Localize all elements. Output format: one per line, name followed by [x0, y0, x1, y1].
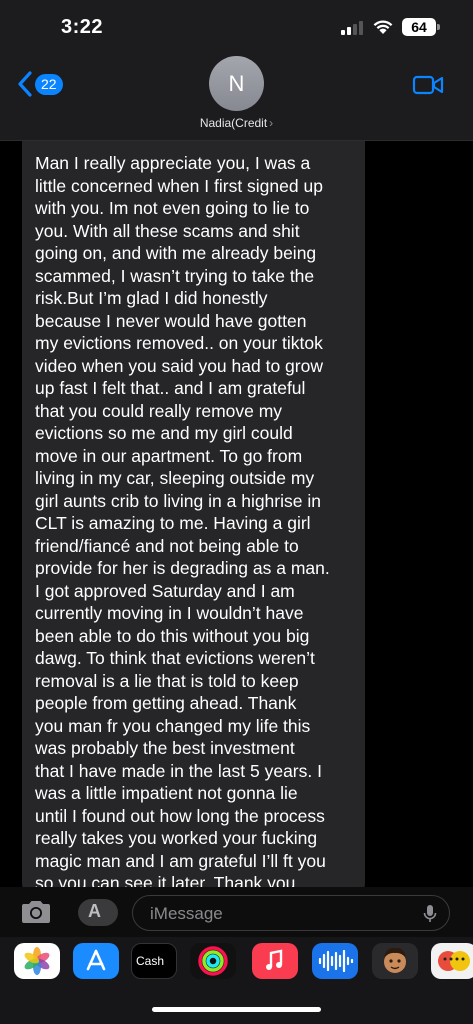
message-line: I got approved Saturday and I am: [35, 580, 295, 601]
message-line: so you can see it later. Thank you: [35, 873, 296, 887]
stickers-app-icon[interactable]: [431, 943, 473, 979]
wifi-icon: [373, 20, 393, 34]
home-indicator[interactable]: [152, 1007, 321, 1012]
message-line: little concerned when I first signed up: [35, 175, 323, 196]
message-line: girl aunts crib to living in a highrise …: [35, 490, 321, 511]
message-line: with you. Im not even going to lie to: [35, 198, 310, 218]
music-app-icon[interactable]: [252, 943, 298, 979]
message-line: living in my car, sleeping outside my: [35, 468, 315, 488]
message-line: CLT is amazing to me. Having a girl: [35, 513, 311, 533]
message-line: was a little impatient not gonna lie: [35, 783, 298, 803]
microphone-icon[interactable]: [423, 904, 437, 924]
message-line: currently moving in I wouldn’t have: [35, 603, 304, 623]
app-store-icon: A: [88, 901, 101, 921]
app-store-app-icon[interactable]: [73, 943, 119, 979]
message-line: evictions so me and my girl could: [35, 423, 293, 443]
message-line: you. With all these scams and shit: [35, 220, 300, 241]
photos-app-icon[interactable]: [14, 943, 60, 979]
message-line: Man I really appreciate you, I was a: [35, 153, 311, 173]
apple-cash-app-icon[interactable]: Cash: [131, 943, 177, 979]
contact-name-button[interactable]: Nadia(Credit ›: [0, 116, 473, 130]
contact-name: Nadia(Credit: [199, 116, 268, 130]
message-line: friend/fiancé and not being able to: [35, 535, 299, 556]
message-text: Man I really appreciate you, I was a litt…: [35, 152, 330, 887]
status-bar: 3:22 64: [0, 0, 473, 50]
back-chevron-icon[interactable]: [16, 70, 34, 98]
unread-count-badge[interactable]: 22: [35, 74, 63, 95]
message-line: been able to do this without you big: [35, 625, 310, 646]
message-thread[interactable]: Man I really appreciate you, I was a litt…: [0, 141, 473, 887]
message-line: up fast I felt that.. and I am grateful: [35, 378, 306, 398]
message-line: because I never would have gotten: [35, 310, 307, 331]
imessage-placeholder: iMessage: [150, 904, 223, 923]
message-line: until I found out how long the process: [35, 805, 325, 826]
message-line: provide for her is degrading as a man.: [35, 558, 330, 578]
chevron-right-icon: ›: [269, 116, 274, 130]
message-line: you man fr you changed my life this: [35, 715, 311, 736]
message-line: scammed, I wasn’t trying to take the: [35, 265, 315, 286]
conversation-header: 22 N Nadia(Credit ›: [0, 50, 473, 141]
status-time: 3:22: [61, 16, 104, 38]
message-line: that I have made in the last 5 years. I: [35, 760, 322, 781]
message-line: going on, and with me already being: [35, 243, 317, 263]
compose-bar: A iMessage: [0, 887, 473, 937]
message-line: risk.But I’m glad I did honestly: [35, 288, 268, 308]
imessage-input[interactable]: iMessage: [132, 895, 450, 931]
message-line: was probably the best investment: [35, 738, 295, 758]
message-line: my evictions removed.. on your tiktok: [35, 333, 323, 353]
message-line: really takes you worked your fucking: [35, 828, 318, 848]
video-call-icon[interactable]: [412, 74, 444, 96]
app-store-button[interactable]: A: [78, 899, 118, 926]
message-line: video when you said you had to grow: [35, 355, 323, 376]
app-drawer: Cash: [0, 937, 473, 1024]
audio-message-app-icon[interactable]: [312, 943, 358, 979]
contact-avatar[interactable]: N: [209, 56, 264, 111]
cellular-signal-icon: [341, 21, 365, 35]
battery-indicator: 64: [402, 18, 436, 36]
message-line: magic man and I am grateful I’ll ft you: [35, 850, 326, 871]
message-line: that you could really remove my: [35, 400, 283, 421]
camera-icon[interactable]: [19, 899, 53, 925]
memoji-app-icon[interactable]: [372, 943, 418, 979]
message-line: removal is a lie that is told to keep: [35, 670, 299, 691]
message-line: dawg. To think that evictions weren’t: [35, 648, 315, 668]
message-line: people from getting ahead. Thank: [35, 693, 297, 713]
message-line: move in our apartment. To go from: [35, 445, 303, 466]
apple-cash-label: Cash: [136, 954, 165, 968]
fitness-app-icon[interactable]: [190, 943, 236, 979]
battery-cap: [437, 24, 440, 30]
